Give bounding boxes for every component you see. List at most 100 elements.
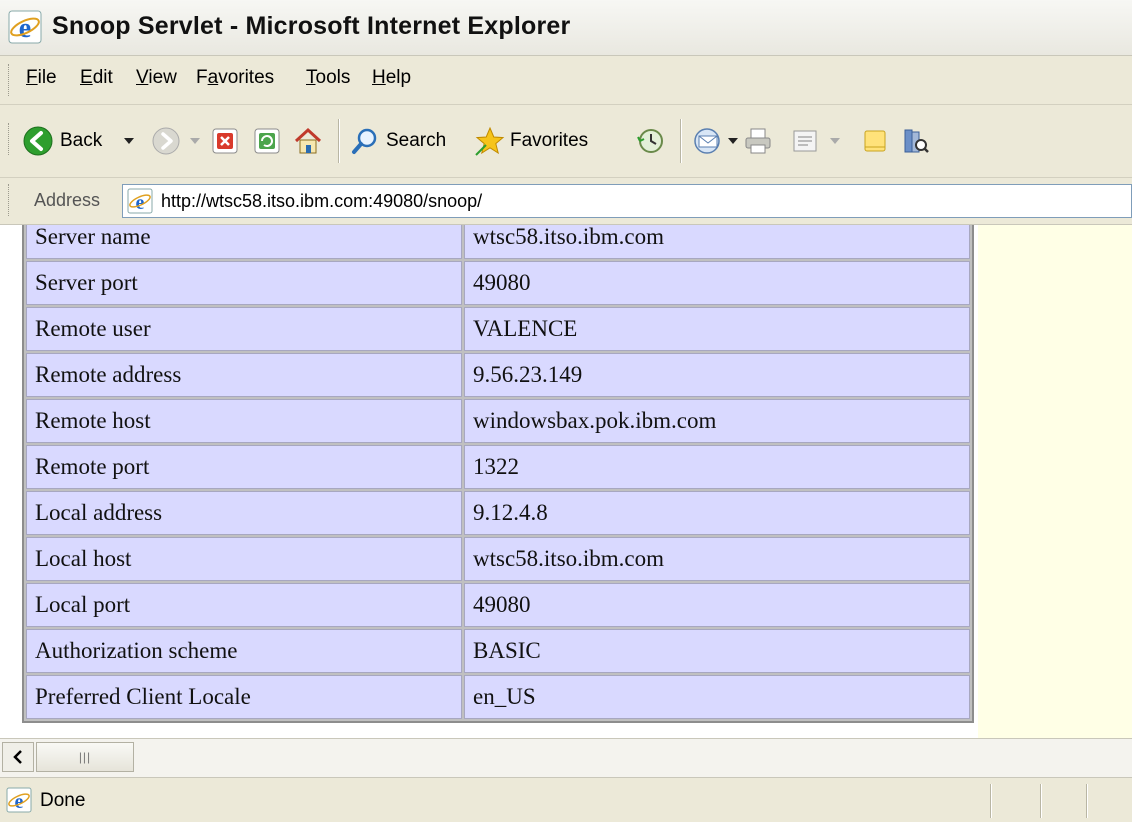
table-row: Server name wtsc58.itso.ibm.com (26, 225, 970, 259)
horizontal-scrollbar[interactable]: ||| (0, 738, 1132, 777)
window-title: Snoop Servlet - Microsoft Internet Explo… (52, 12, 571, 40)
property-name-cell: Server port (26, 261, 462, 305)
menu-view-label: iew (148, 67, 177, 88)
table-row: Remote address 9.56.23.149 (26, 353, 970, 397)
property-name-cell: Local address (26, 491, 462, 535)
scroll-thumb[interactable]: ||| (36, 742, 134, 772)
status-text: Done (40, 790, 86, 811)
back-label: Back (60, 130, 103, 151)
menu-edit-label: dit (92, 67, 113, 88)
mail-button[interactable] (692, 121, 724, 161)
search-icon (352, 128, 377, 154)
standard-toolbar: Back Search Favorites (0, 105, 1132, 178)
mail-dropdown-arrow[interactable] (728, 138, 738, 144)
menu-file-label: ile (37, 67, 57, 88)
toolbar-separator (338, 119, 340, 163)
property-value-cell: 9.12.4.8 (464, 491, 970, 535)
history-button[interactable] (636, 121, 666, 161)
table-row: Local host wtsc58.itso.ibm.com (26, 537, 970, 581)
property-value-cell: 49080 (464, 261, 970, 305)
table-row: Remote port 1322 (26, 445, 970, 489)
status-pane-divider (1086, 784, 1088, 818)
discuss-button[interactable] (860, 121, 890, 161)
status-bar: e Done (0, 777, 1132, 822)
menu-tools-label: ools (315, 67, 351, 88)
property-value-cell: windowsbax.pok.ibm.com (464, 399, 970, 443)
menu-view[interactable]: View (136, 67, 177, 89)
property-value-cell: en_US (464, 675, 970, 719)
search-label: Search (386, 130, 447, 151)
menu-favorites[interactable]: Favorites (196, 67, 274, 89)
address-field[interactable]: e (122, 184, 1132, 218)
edit-button[interactable] (790, 121, 822, 161)
browser-window: e Snoop Servlet - Microsoft Internet Exp… (0, 0, 1132, 822)
menu-tools[interactable]: Tools (306, 67, 350, 89)
forward-dropdown-arrow[interactable] (190, 138, 200, 144)
table-row: Remote host windowsbax.pok.ibm.com (26, 399, 970, 443)
forward-button[interactable] (150, 121, 182, 161)
print-button[interactable] (742, 121, 774, 161)
menu-tools-accesskey: T (306, 67, 316, 88)
property-name-cell: Authorization scheme (26, 629, 462, 673)
research-icon (904, 129, 929, 153)
menu-help-label: elp (385, 67, 412, 88)
property-name-cell: Server name (26, 225, 462, 259)
title-bar[interactable]: e Snoop Servlet - Microsoft Internet Exp… (0, 0, 1132, 56)
toolbar-grip[interactable] (8, 123, 12, 155)
status-pane-divider (990, 784, 992, 818)
menu-bar: File Edit View Favorites Tools Help (0, 56, 1132, 105)
menu-help[interactable]: Help (372, 67, 411, 89)
page-body: Server name wtsc58.itso.ibm.com Server por… (0, 225, 978, 738)
print-icon (745, 128, 771, 154)
page-icon: e (127, 188, 153, 214)
address-bar: Address e (0, 178, 1132, 225)
property-value-cell: 49080 (464, 583, 970, 627)
history-icon (637, 129, 663, 153)
menu-edit-accesskey: E (80, 67, 93, 88)
property-value-cell: BASIC (464, 629, 970, 673)
stop-icon (212, 128, 238, 154)
favorites-label: Favorites (510, 130, 589, 151)
property-name-cell: Local host (26, 537, 462, 581)
property-value-cell: wtsc58.itso.ibm.com (464, 225, 970, 259)
menu-edit[interactable]: Edit (80, 67, 113, 89)
svg-text:e: e (19, 13, 31, 44)
back-button[interactable]: Back (22, 121, 102, 161)
chevron-left-icon (13, 750, 22, 764)
menu-help-accesskey: H (372, 67, 386, 88)
ie-icon: e (8, 10, 42, 44)
property-name-cell: Local port (26, 583, 462, 627)
mail-icon (694, 128, 720, 154)
menu-file[interactable]: File (26, 67, 57, 89)
edit-dropdown-arrow[interactable] (830, 138, 840, 144)
favorites-star-icon (475, 126, 505, 156)
table-row: Local address 9.12.4.8 (26, 491, 970, 535)
refresh-button[interactable] (252, 121, 282, 161)
address-grip[interactable] (8, 184, 12, 216)
scroll-left-button[interactable] (2, 742, 34, 772)
stop-button[interactable] (210, 121, 240, 161)
table-row: Local port 49080 (26, 583, 970, 627)
menu-view-accesskey: V (136, 67, 149, 88)
menu-favorites-accesskey: a (207, 67, 219, 88)
address-input[interactable] (161, 185, 1061, 217)
search-button[interactable]: Search (350, 121, 446, 161)
back-dropdown-arrow[interactable] (124, 138, 134, 144)
property-name-cell: Remote host (26, 399, 462, 443)
property-value-cell: 1322 (464, 445, 970, 489)
table-row: Server port 49080 (26, 261, 970, 305)
favorites-button[interactable]: Favorites (474, 121, 588, 161)
page-content: Server name wtsc58.itso.ibm.com Server por… (0, 225, 1132, 738)
menu-grip[interactable] (8, 64, 12, 96)
home-button[interactable] (292, 121, 324, 161)
table-row: Preferred Client Locale en_US (26, 675, 970, 719)
research-button[interactable] (900, 121, 930, 161)
edit-icon (793, 130, 817, 152)
property-value-cell: wtsc58.itso.ibm.com (464, 537, 970, 581)
property-name-cell: Remote address (26, 353, 462, 397)
refresh-icon (254, 128, 280, 154)
table-row: Remote user VALENCE (26, 307, 970, 351)
property-name-cell: Preferred Client Locale (26, 675, 462, 719)
discuss-icon (864, 130, 886, 152)
address-label: Address (34, 190, 101, 210)
